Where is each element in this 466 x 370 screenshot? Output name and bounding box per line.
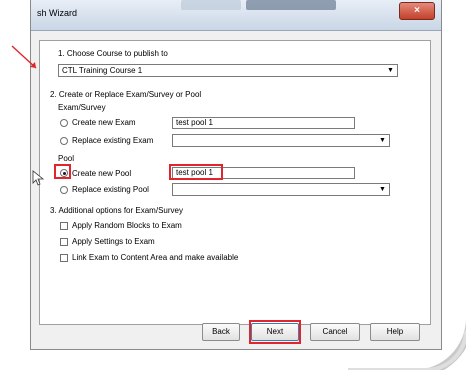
step2-label: 2. Create or Replace Exam/Survey or Pool <box>50 90 202 99</box>
cancel-button[interactable]: Cancel <box>310 323 360 341</box>
close-button[interactable]: × <box>399 2 435 20</box>
publish-wizard-window: sh Wizard × 1. Choose Course to publish … <box>30 0 442 350</box>
title-bar[interactable]: sh Wizard × <box>31 0 441 31</box>
create-exam-label: Create new Exam <box>72 118 136 127</box>
mouse-cursor-icon <box>32 170 45 186</box>
apply-settings-label: Apply Settings to Exam <box>72 237 155 246</box>
blurred-tab <box>181 0 241 10</box>
apply-settings-checkbox[interactable] <box>60 238 68 246</box>
replace-pool-radio[interactable] <box>60 186 68 194</box>
create-pool-label: Create new Pool <box>72 169 132 178</box>
create-exam-name-input[interactable]: test pool 1 <box>172 117 355 129</box>
window-title: sh Wizard <box>37 8 78 18</box>
chevron-down-icon[interactable]: ▼ <box>385 66 396 75</box>
next-button-highlight <box>249 320 301 344</box>
exam-survey-section-label: Exam/Survey <box>58 103 106 112</box>
help-button[interactable]: Help <box>370 323 420 341</box>
pool-section-label: Pool <box>58 154 75 163</box>
close-icon: × <box>414 5 420 16</box>
wizard-content: 1. Choose Course to publish to CTL Train… <box>39 40 431 325</box>
link-exam-label: Link Exam to Content Area and make avail… <box>72 253 239 262</box>
replace-exam-select[interactable]: ▼ <box>172 134 390 147</box>
replace-pool-label: Replace existing Pool <box>72 185 149 194</box>
back-button[interactable]: Back <box>202 323 240 341</box>
replace-exam-radio[interactable] <box>60 137 68 145</box>
replace-exam-label: Replace existing Exam <box>72 136 154 145</box>
random-blocks-label: Apply Random Blocks to Exam <box>72 221 182 230</box>
link-exam-checkbox[interactable] <box>60 254 68 262</box>
course-select-value: CTL Training Course 1 <box>62 66 143 75</box>
create-pool-radio-highlight <box>54 164 71 179</box>
replace-pool-select[interactable]: ▼ <box>172 183 390 196</box>
chevron-down-icon[interactable]: ▼ <box>377 185 388 194</box>
create-exam-radio[interactable] <box>60 119 68 127</box>
course-select[interactable]: CTL Training Course 1 ▼ <box>58 64 398 77</box>
blurred-tab <box>246 0 336 10</box>
step3-label: 3. Additional options for Exam/Survey <box>50 206 183 215</box>
step1-label: 1. Choose Course to publish to <box>58 49 168 58</box>
pool-name-highlight <box>169 164 223 180</box>
random-blocks-checkbox[interactable] <box>60 222 68 230</box>
chevron-down-icon[interactable]: ▼ <box>377 136 388 145</box>
annotation-arrow-icon <box>11 45 37 69</box>
